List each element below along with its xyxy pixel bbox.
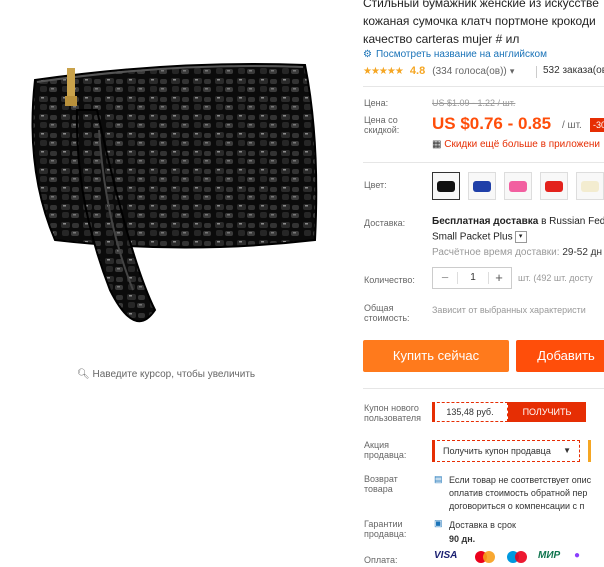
quantity-stepper: − 1 + <box>432 267 512 289</box>
guarantee-info: Доставка в срок 90 дн. <box>449 520 516 544</box>
truck-icon: ▣ <box>434 518 443 528</box>
returns-label: Возврат товара <box>364 474 398 494</box>
price-label: Цена: <box>364 98 389 108</box>
shipping-info: Бесплатная доставка в Russian Fed <box>432 216 604 227</box>
quantity-available: шт. (492 шт. досту <box>518 273 593 283</box>
app-deal-link[interactable]: ▦ Скидки ещё больше в приложени <box>432 139 600 150</box>
qr-icon: ▦ <box>432 139 442 150</box>
product-gallery: 🔍︎ Наведите курсор, чтобы увеличить <box>0 0 350 563</box>
guarantee-label: Гарантии продавца: <box>364 519 407 539</box>
title-line: кожаная сумочка клатч портмоне крокоди <box>363 14 596 28</box>
seller-more-accent <box>588 440 591 462</box>
return-icon: ▤ <box>434 474 443 484</box>
coupon-accent <box>432 402 435 422</box>
old-price: US $1.09 - 1.22 / шт. <box>432 98 516 108</box>
color-swatch[interactable] <box>432 172 460 200</box>
maestro-icon <box>504 550 530 564</box>
translate-icon: ⚙ <box>363 49 372 60</box>
payment-label: Оплата: <box>364 555 398 565</box>
zoom-hint: 🔍︎ Наведите курсор, чтобы увеличить <box>77 369 255 380</box>
coupon-amount: 135,48 руб. <box>432 402 508 422</box>
current-price: US $0.76 - 0.85 <box>432 114 552 133</box>
total-label: Общая стоимость: <box>364 303 410 323</box>
mir-icon: МИР <box>538 550 561 561</box>
seller-promo-label: Акция продавца: <box>364 440 407 460</box>
discount-badge: -30 <box>590 118 604 132</box>
coupon-label: Купон нового пользователя <box>364 403 421 423</box>
per-unit: / шт. <box>562 120 582 131</box>
add-to-cart-button[interactable]: Добавить <box>516 340 604 372</box>
visa-icon: VISA <box>434 550 458 561</box>
product-title: Стильный бумажник женские из искусстве к… <box>363 0 604 48</box>
shipping-method[interactable]: Small Packet Plus ▾ <box>432 231 527 243</box>
increment-button[interactable]: + <box>489 268 509 288</box>
decrement-button[interactable]: − <box>435 268 455 288</box>
returns-info: Если товар не соответствует опис оплатив… <box>449 475 592 511</box>
translate-link[interactable]: ⚙ Посмотреть название на английском <box>363 49 547 60</box>
mastercard-icon <box>472 550 498 564</box>
orders-count: 532 заказа(ов <box>543 65 604 76</box>
zoom-hint-text: Наведите курсор, чтобы увеличить <box>92 369 256 380</box>
divider <box>363 388 604 389</box>
votes-link[interactable]: (334 голоса(ов)) <box>432 66 507 77</box>
seller-coupon-accent <box>432 440 435 462</box>
color-swatch[interactable] <box>540 172 568 200</box>
discount-price-label: Цена со скидкой: <box>364 115 400 135</box>
delivery-time: Расчётное время доставки: 29-52 дн <box>432 247 603 258</box>
divider <box>536 66 537 78</box>
product-image[interactable] <box>15 40 335 340</box>
color-swatch[interactable] <box>576 172 604 200</box>
seller-coupon-dropdown[interactable]: Получить купон продавца ▼ <box>432 440 580 462</box>
divider <box>363 86 604 87</box>
stars-icon: ★★★★★ <box>363 66 404 77</box>
title-line: Стильный бумажник женские из искусстве <box>363 0 599 10</box>
color-label: Цвет: <box>364 180 387 190</box>
chevron-down-icon[interactable]: ▾ <box>514 231 527 243</box>
shipping-label: Доставка: <box>364 218 406 228</box>
buy-now-button[interactable]: Купить сейчас <box>363 340 509 372</box>
quantity-input[interactable]: 1 <box>457 272 489 284</box>
color-swatch[interactable] <box>504 172 532 200</box>
yoomoney-icon: ● <box>574 550 581 561</box>
rating-score: 4.8 <box>409 65 426 77</box>
get-coupon-button[interactable]: ПОЛУЧИТЬ <box>508 402 586 422</box>
divider <box>363 162 604 163</box>
quantity-label: Количество: <box>364 275 415 285</box>
chevron-down-icon[interactable]: ▾ <box>510 66 515 76</box>
magnifier-icon: 🔍︎ <box>77 369 90 380</box>
total-note: Зависит от выбранных характеристи <box>432 305 586 315</box>
title-line: качество carteras mujer # ил <box>363 32 520 46</box>
color-swatch[interactable] <box>468 172 496 200</box>
chevron-down-icon: ▼ <box>563 446 571 455</box>
rating-row: ★★★★★ 4.8 (334 голоса(ов)) ▾ 532 заказа(… <box>363 65 604 78</box>
product-details: Стильный бумажник женские из искусстве к… <box>350 0 604 565</box>
